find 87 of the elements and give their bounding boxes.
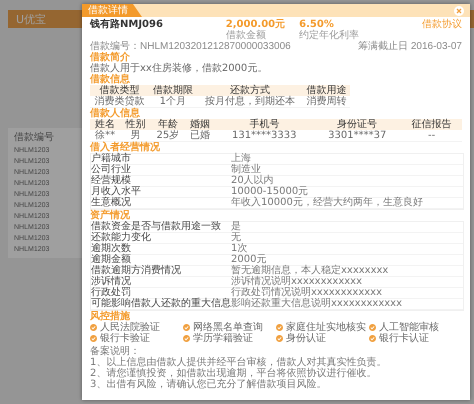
section-title: 资产情况 bbox=[90, 210, 130, 221]
note-line: 2、请您谨慎投资，如借款出现逾期，平台将依照协议进行催收。 bbox=[90, 368, 378, 379]
table-cell: 131****3333 bbox=[215, 130, 314, 142]
stat-label: 借款金额 bbox=[226, 30, 267, 41]
stat-label: 约定年化利率 bbox=[299, 30, 360, 41]
measure-label: 银行卡认证 bbox=[379, 333, 429, 344]
table-cell: 消费周转 bbox=[303, 96, 350, 108]
note-line: 1、以上信息由借款人提供并经平台审核，借款人对其真实性负责。 bbox=[90, 357, 388, 368]
column-header: 手机号 bbox=[215, 119, 314, 130]
field-value: 涉诉情况说明xxxxxxxxxxxx bbox=[231, 277, 362, 287]
column-header: 借款编号 bbox=[14, 132, 54, 144]
field-label: 可能影响借款人还款的重大信息 bbox=[91, 299, 231, 309]
column-header: 借款期限 bbox=[149, 85, 197, 96]
check-icon bbox=[90, 335, 97, 342]
check-icon bbox=[276, 324, 283, 331]
field-label: 逾期次数 bbox=[91, 244, 132, 254]
column-header: 性别 bbox=[120, 119, 151, 130]
logo[interactable]: U优宝 bbox=[16, 12, 46, 26]
close-icon[interactable] bbox=[454, 6, 464, 16]
field-label: 行政处罚 bbox=[91, 288, 132, 298]
measure-label: 银行卡验证 bbox=[100, 333, 150, 344]
check-icon bbox=[183, 335, 190, 342]
section-title: 借款信息 bbox=[90, 74, 130, 85]
table-cell: 按月付息，到期还本 bbox=[196, 96, 304, 108]
field-label: 公司行业 bbox=[91, 165, 132, 175]
field-label: 户籍城市 bbox=[91, 154, 132, 164]
field-label: 逾期金额 bbox=[91, 255, 131, 265]
field-value: 影响还款重大信息说明xxxxxxxxxxxx bbox=[231, 299, 402, 309]
field-value: 是 bbox=[231, 222, 241, 232]
stat-value: 2,000.00元 bbox=[226, 19, 286, 30]
measure-label: 家庭住址实地核实 bbox=[286, 322, 366, 333]
table-cell: 消费类贷款 bbox=[90, 96, 150, 108]
loan-title: 钱有路NMJ096 bbox=[90, 19, 163, 30]
column-header: 征信报告 bbox=[401, 119, 462, 130]
check-icon bbox=[90, 324, 97, 331]
agreement-link[interactable]: 借款协议 bbox=[422, 19, 462, 30]
check-icon bbox=[183, 324, 190, 331]
field-label: 经营规模 bbox=[91, 176, 131, 186]
column-header: 借款类型 bbox=[90, 85, 150, 96]
field-label: 涉诉情况 bbox=[91, 277, 132, 287]
notes-title: 备案说明： bbox=[90, 346, 140, 357]
field-label: 借款逾期方消费情况 bbox=[91, 266, 182, 276]
field-value: 1次 bbox=[231, 244, 248, 254]
note-line: 3、出借有风险，请确认您已充分了解借款项目风险。 bbox=[90, 379, 328, 390]
table-cell: -- bbox=[401, 130, 462, 142]
check-icon bbox=[369, 335, 376, 342]
measure-label: 网络黑名单查询 bbox=[193, 322, 263, 333]
measure-label: 学历学籍验证 bbox=[193, 333, 253, 344]
column-header: 还款方式 bbox=[196, 85, 304, 96]
field-label: 生意概况 bbox=[91, 198, 132, 208]
table-cell: 1个月 bbox=[149, 96, 197, 108]
section-title: 借入者经营情况 bbox=[90, 142, 160, 153]
column-header: 身份证号 bbox=[313, 119, 402, 130]
table-cell: 25岁 bbox=[150, 130, 186, 142]
field-value: 上海 bbox=[231, 154, 251, 164]
column-header: 姓名 bbox=[90, 119, 120, 130]
dialog-tab[interactable]: 借款详情 bbox=[82, 4, 142, 17]
field-value: 10000-15000元 bbox=[231, 187, 308, 197]
stat-value: 6.50% bbox=[299, 19, 335, 30]
deadline-text: 筹满截止日 2016-03-07 bbox=[358, 41, 462, 52]
column-header: 借款用途 bbox=[303, 85, 350, 96]
field-value: 2000元 bbox=[231, 255, 266, 265]
measure-label: 人民法院验证 bbox=[100, 322, 160, 333]
field-value: 20人以内 bbox=[231, 176, 274, 186]
field-value: 行政处罚情况说明xxxxxxxxxxxx bbox=[231, 288, 382, 298]
table-cell: 3301****37 bbox=[313, 130, 402, 142]
column-header: 婚姻 bbox=[185, 119, 216, 130]
field-value: 无 bbox=[231, 233, 241, 243]
table-cell: 徐** bbox=[90, 130, 120, 142]
field-label: 借款资金是否与借款用途一致 bbox=[91, 222, 222, 232]
check-icon bbox=[369, 324, 376, 331]
check-icon bbox=[276, 335, 283, 342]
table-cell: 已婚 bbox=[185, 130, 216, 142]
field-value: 暂无逾期信息，本人稳定xxxxxxxx bbox=[231, 266, 388, 276]
section-title: 借款简介 bbox=[90, 52, 130, 63]
measure-label: 人工智能审核 bbox=[379, 322, 439, 333]
field-label: 还款能力变化 bbox=[91, 233, 152, 243]
section-title: 风控措施 bbox=[90, 311, 130, 322]
field-label: 月收入水平 bbox=[91, 187, 142, 197]
field-value: 年收入10000元，经营大约两年，生意良好 bbox=[231, 198, 423, 208]
field-value: 制造业 bbox=[231, 165, 261, 175]
measure-label: 身份认证 bbox=[286, 333, 326, 344]
table-cell: 男 bbox=[120, 130, 151, 142]
section-title: 借款人信息 bbox=[90, 108, 140, 119]
intro-text: 借款人用于xx住房装修，借款2000元。 bbox=[90, 63, 268, 74]
loan-number: 借款编号：NHLM1203201212870000033006 bbox=[90, 41, 291, 52]
column-header: 年龄 bbox=[150, 119, 186, 130]
